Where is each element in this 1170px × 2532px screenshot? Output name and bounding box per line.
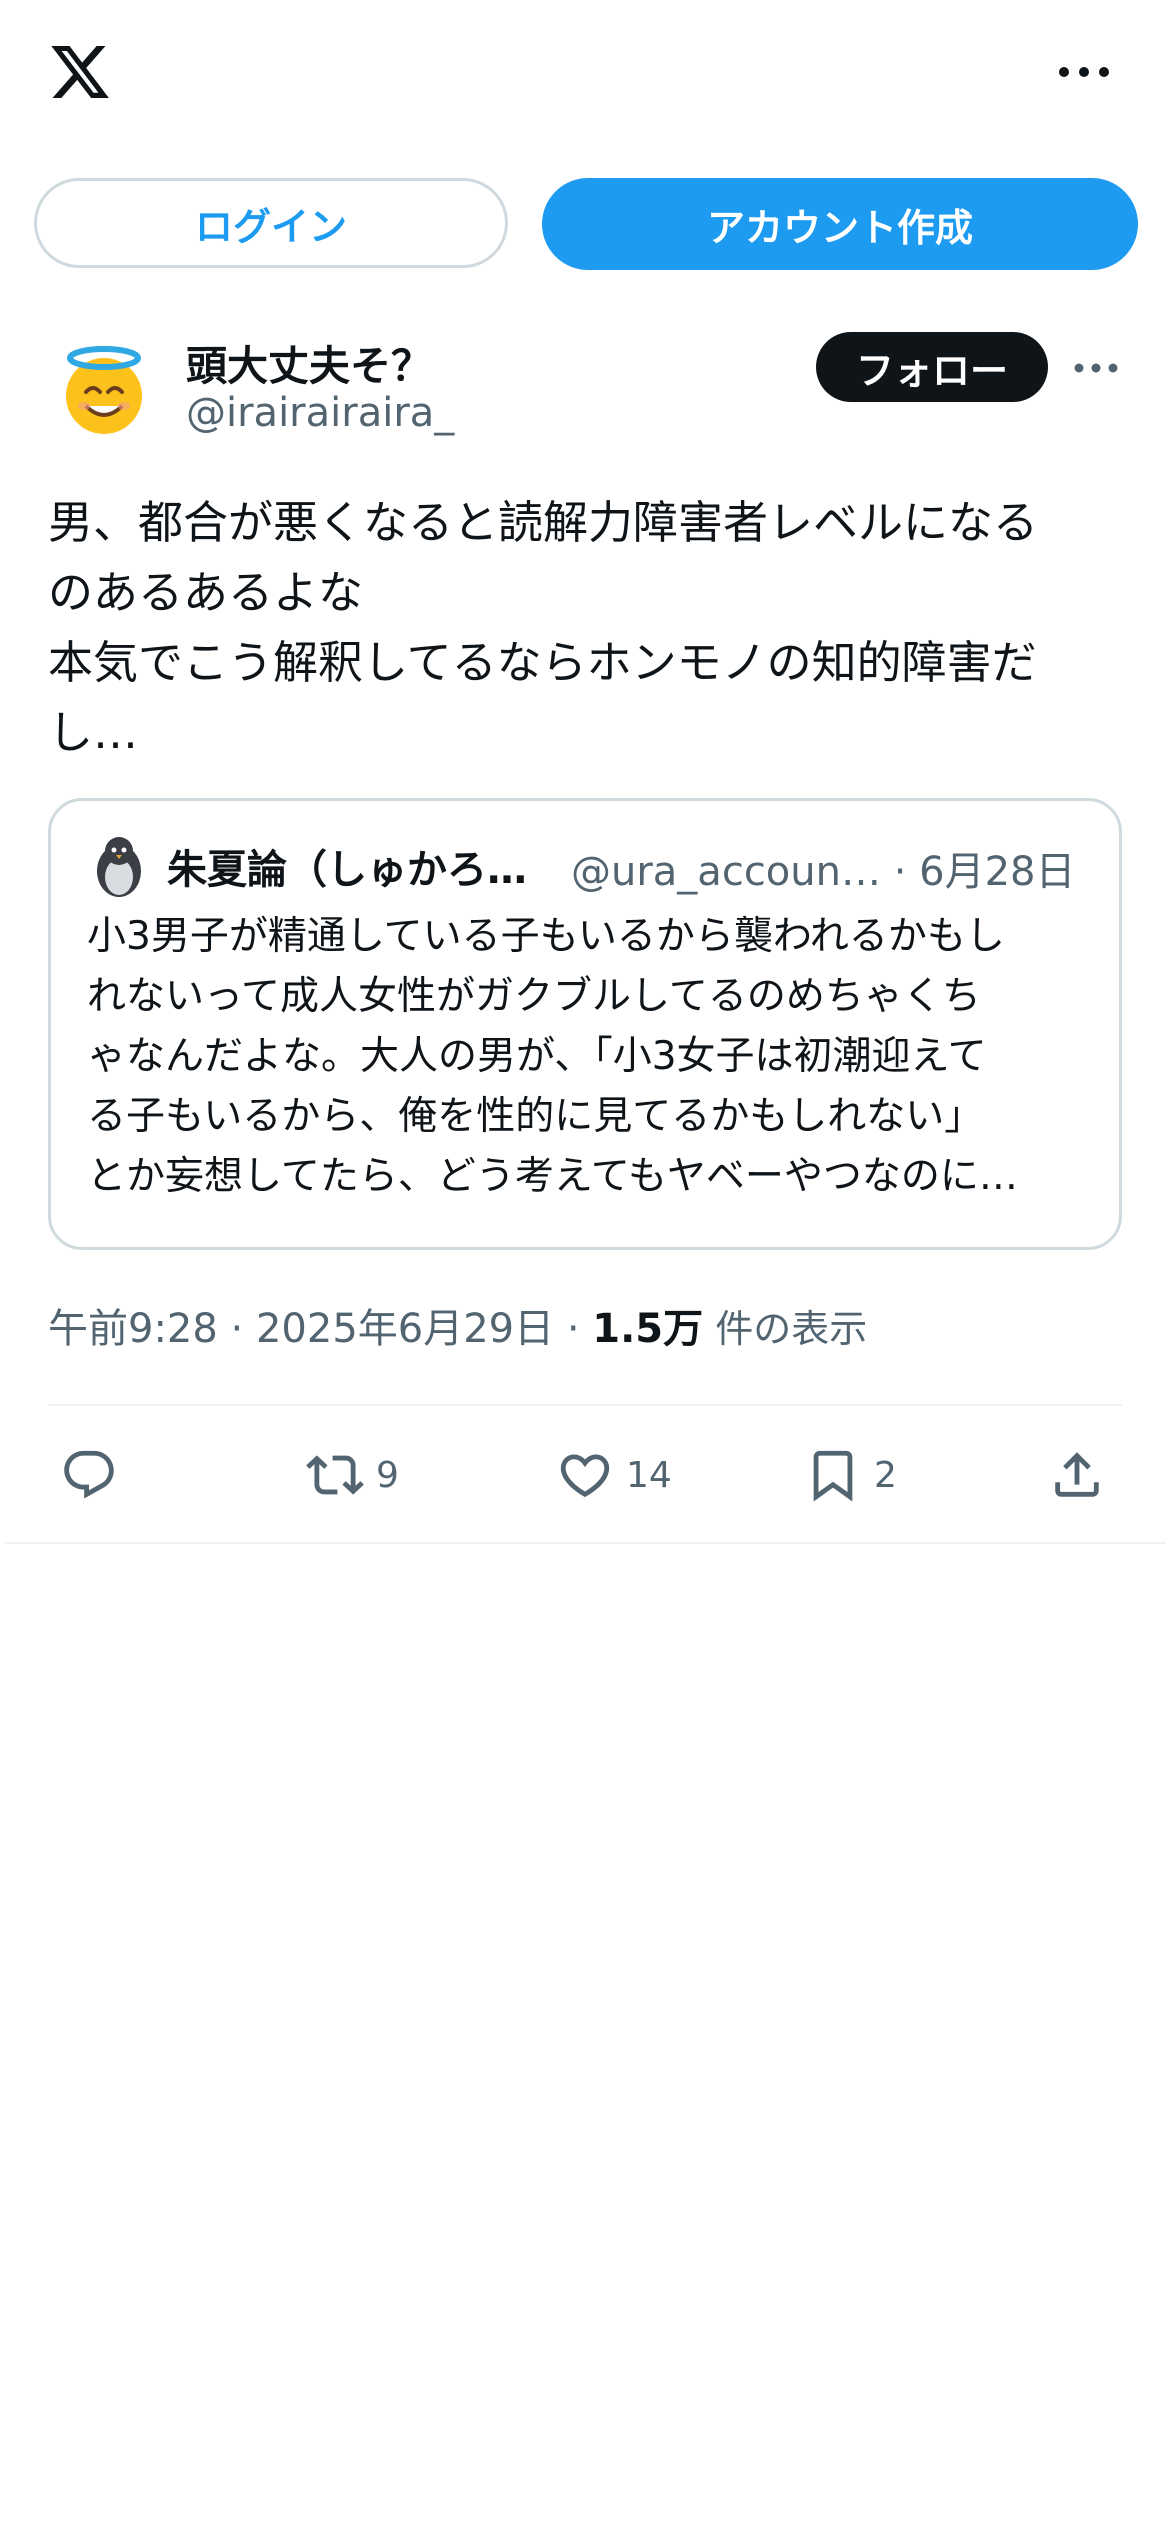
tweet-text-line: 本気でこう解釈してるならホンモノの知的障害だ [48,636,1037,689]
like-count: 14 [626,1454,672,1496]
retweet-count: 9 [376,1454,399,1496]
heart-icon [560,1454,610,1498]
auth-buttons: ログイン アカウント作成 [0,178,1170,270]
tweet-text-line: のあるあるよな [48,566,364,619]
more-horizontal-icon[interactable] [1058,62,1110,82]
divider [48,1404,1122,1406]
quoted-text: 小3男子が精通している子もいるから襲われるかもし れないって成人女性がガクブルし… [87,907,1097,1207]
quoted-text-line: とか妄想してたら、どう考えてもヤベーやつなのに… [87,1154,1018,1199]
retweet-icon [306,1455,364,1495]
login-button[interactable]: ログイン [34,178,508,268]
reply-icon [64,1450,114,1499]
quoted-text-line: ゃなんだよな。大人の男が、「小3女子は初潮迎えて [87,1034,987,1079]
bookmark-button[interactable]: 2 [804,1430,897,1520]
quoted-display-name: 朱夏論（しゅかろ… [167,847,527,893]
reply-button[interactable] [60,1430,118,1520]
tweet-text-line: 男、都合が悪くなると読解力障害者レベルになる [48,496,1039,549]
quoted-text-line: れないって成人女性がガクブルしてるのめちゃくち [87,974,981,1019]
quoted-tweet[interactable]: 朱夏論（しゅかろ… @ura_accoun… · 6月28日 小3男子が精通して… [48,798,1122,1250]
quoted-text-line: 小3男子が精通している子もいるから襲われるかもし [87,914,1005,959]
penguin-avatar [97,837,141,897]
quoted-handle-date: @ura_accoun… · 6月28日 [571,849,1076,895]
retweet-button[interactable]: 9 [306,1430,399,1520]
follow-button[interactable]: フォロー [816,332,1048,402]
timestamp[interactable]: 午前9:28 · 2025年6月29日 · [48,1306,592,1352]
tweet-text-line: し… [48,706,139,759]
display-name[interactable]: 頭大丈夫そ？ [186,332,432,392]
action-bar: 9 14 2 [0,1430,1170,1520]
tweet-author: 頭大丈夫そ？ @irairairaira_ フォロー [0,320,1170,450]
divider [4,1542,1166,1544]
views-count: 1.5万 [592,1306,704,1352]
tweet-more-icon[interactable] [1074,360,1118,376]
like-button[interactable]: 14 [556,1430,672,1520]
user-handle[interactable]: @irairairaira_ [186,390,454,436]
x-logo-icon[interactable] [46,40,114,104]
tweet-meta: 午前9:28 · 2025年6月29日 · 1.5万 件の表示 [48,1296,867,1354]
bookmark-icon [813,1450,853,1502]
share-button[interactable] [1048,1430,1106,1520]
tweet-text: 男、都合が悪くなると読解力障害者レベルになる のあるあるよな 本気でこう解釈して… [48,488,1128,768]
create-account-button[interactable]: アカウント作成 [542,178,1138,270]
quoted-text-line: る子もいるから、俺を性的に見てるかもしれない」 [87,1094,984,1139]
top-bar [0,0,1170,150]
bookmark-count: 2 [874,1454,897,1496]
views-label: 件の表示 [703,1307,868,1351]
share-icon [1055,1452,1099,1497]
avatar[interactable] [56,342,152,438]
